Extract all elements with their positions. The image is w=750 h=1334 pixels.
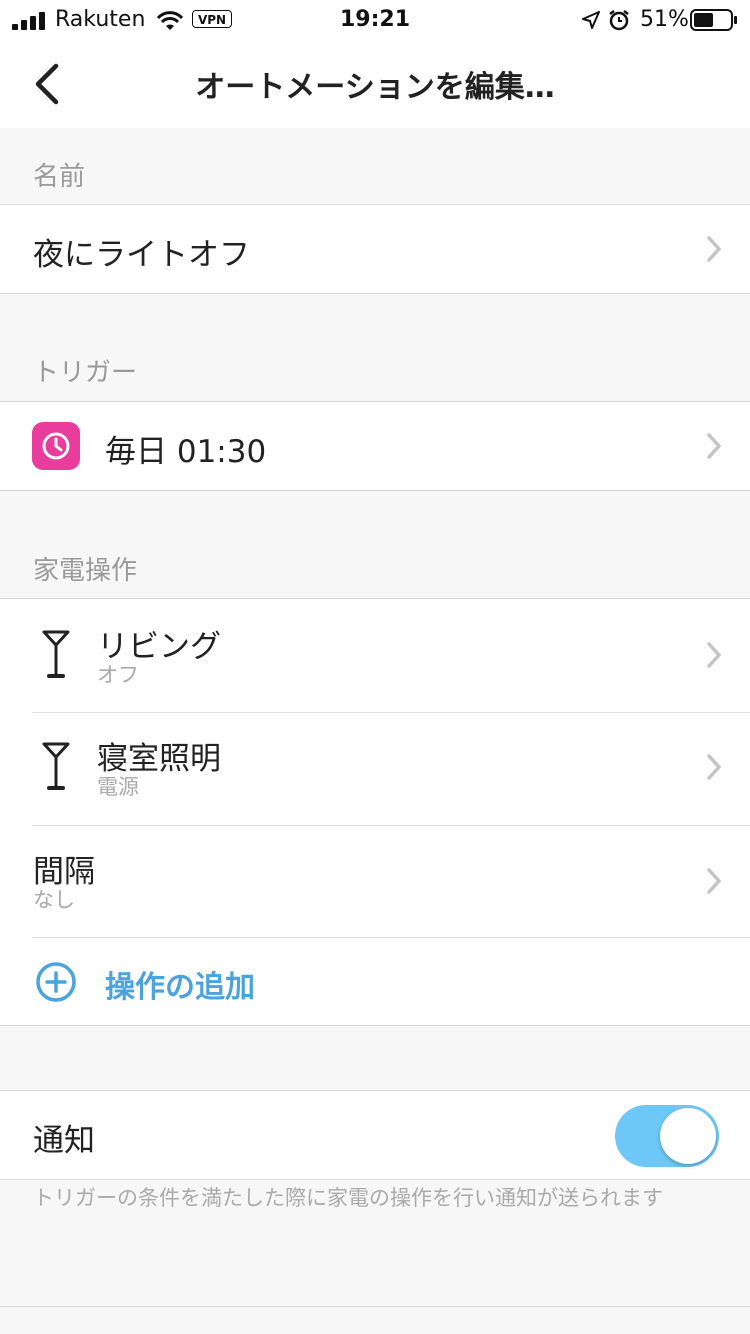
- interval-value: なし: [33, 888, 75, 912]
- section-header-operations: 家電操作: [33, 556, 138, 586]
- section-header-trigger: トリガー: [33, 358, 138, 388]
- chevron-right-icon: [707, 433, 721, 459]
- navigation-bar: オートメーションを編集…: [0, 40, 750, 128]
- operation-status: オフ: [97, 663, 139, 687]
- status-bar: Rakuten VPN 19:21 51%: [0, 0, 750, 40]
- automation-name-row[interactable]: 夜にライトオフ: [0, 205, 750, 293]
- operation-row-bedroom[interactable]: 寝室照明 電源: [0, 713, 750, 825]
- trigger-icon-box: [32, 422, 80, 470]
- page-title: オートメーションを編集…: [195, 70, 555, 105]
- bottom-divider: [0, 1306, 750, 1307]
- notification-row: 通知: [0, 1091, 750, 1179]
- location-arrow-icon: [582, 11, 600, 29]
- operation-row-living[interactable]: リビング オフ: [0, 599, 750, 711]
- battery-percentage: 51%: [640, 7, 689, 32]
- notification-label: 通知: [33, 1123, 95, 1159]
- chevron-right-icon: [707, 642, 721, 668]
- trigger-value: 毎日 01:30: [105, 434, 267, 470]
- add-operation-label: 操作の追加: [105, 970, 255, 1005]
- alarm-icon: [609, 10, 629, 31]
- chevron-right-icon: [707, 236, 721, 262]
- chevron-right-icon: [707, 868, 721, 894]
- lamp-icon: [42, 742, 70, 790]
- clock-icon: [42, 432, 70, 460]
- clock-time: 19:21: [339, 7, 411, 32]
- trigger-row[interactable]: 毎日 01:30: [0, 402, 750, 490]
- notification-note: トリガーの条件を満たした際に家電の操作を行い通知が送られます: [33, 1186, 663, 1210]
- toggle-knob: [660, 1108, 716, 1164]
- operation-status: 電源: [97, 775, 139, 799]
- section-header-name: 名前: [33, 162, 86, 192]
- interval-row[interactable]: 間隔 なし: [0, 826, 750, 937]
- chevron-right-icon: [707, 754, 721, 780]
- lamp-icon: [42, 630, 70, 678]
- trigger-group: 毎日 01:30: [0, 401, 750, 491]
- notification-group: 通知: [0, 1090, 750, 1180]
- plus-circle-icon: [36, 962, 76, 1002]
- battery-icon: [690, 9, 737, 31]
- name-group: 夜にライトオフ: [0, 204, 750, 294]
- add-operation-button[interactable]: 操作の追加: [0, 938, 750, 1025]
- automation-name-value: 夜にライトオフ: [33, 237, 250, 273]
- notification-toggle[interactable]: [615, 1105, 719, 1167]
- operations-group: リビング オフ 寝室照明 電源 間隔 なし 操作の追加: [0, 598, 750, 1026]
